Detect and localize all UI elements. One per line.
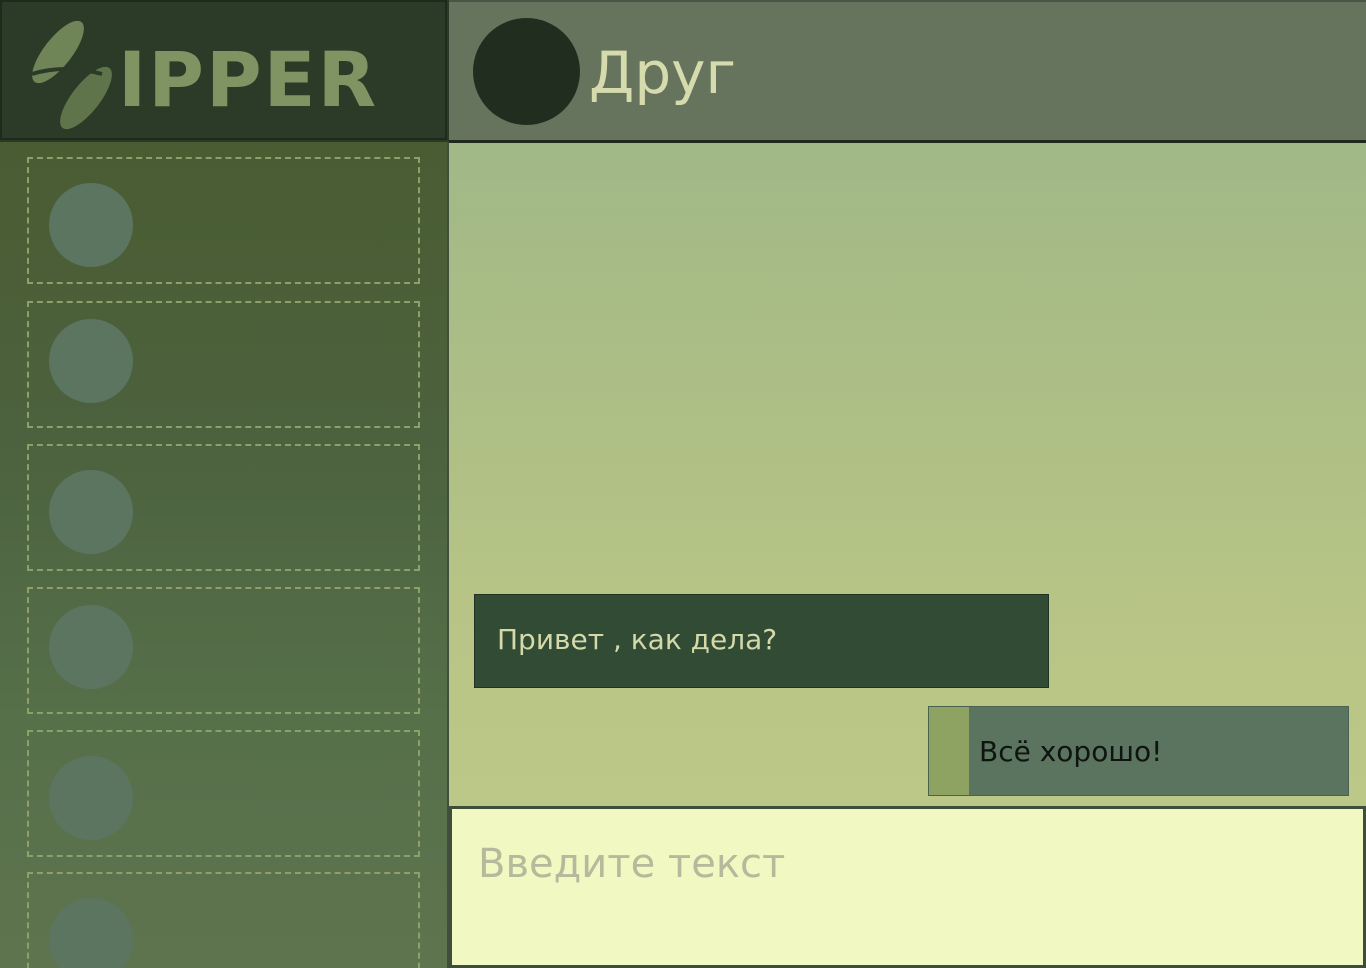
- contact-list: [0, 142, 449, 968]
- app-logo-text: IPPER: [118, 35, 379, 124]
- contact-list-item[interactable]: [27, 157, 420, 284]
- message-accent-bar: [929, 707, 969, 795]
- contact-name: Друг: [589, 39, 736, 107]
- message-incoming: Привет , как дела?: [474, 594, 1049, 688]
- contact-list-item[interactable]: [27, 587, 420, 714]
- contact-list-item[interactable]: [27, 301, 420, 428]
- chat-header: Друг: [449, 0, 1366, 143]
- contact-list-item[interactable]: [27, 730, 420, 857]
- avatar: [49, 898, 133, 968]
- logo-panel: IPPER: [0, 0, 447, 140]
- avatar: [49, 605, 133, 689]
- message-input[interactable]: [452, 809, 1363, 965]
- contact-list-item[interactable]: [27, 872, 420, 968]
- avatar: [49, 470, 133, 554]
- message-composer: [449, 806, 1366, 968]
- message-text: Привет , как дела?: [497, 623, 778, 656]
- avatar: [49, 319, 133, 403]
- messenger-app: IPPER Друг Привет , как дела? Всё хорошо…: [0, 0, 1366, 968]
- message-thread: Привет , как дела? Всё хорошо!: [449, 143, 1366, 808]
- contact-avatar[interactable]: [473, 18, 580, 125]
- message-outgoing: Всё хорошо!: [928, 706, 1349, 796]
- logo-leaf-icon: [31, 20, 112, 130]
- contact-list-item[interactable]: [27, 444, 420, 571]
- avatar: [49, 756, 133, 840]
- message-text: Всё хорошо!: [979, 735, 1163, 768]
- avatar: [49, 183, 133, 267]
